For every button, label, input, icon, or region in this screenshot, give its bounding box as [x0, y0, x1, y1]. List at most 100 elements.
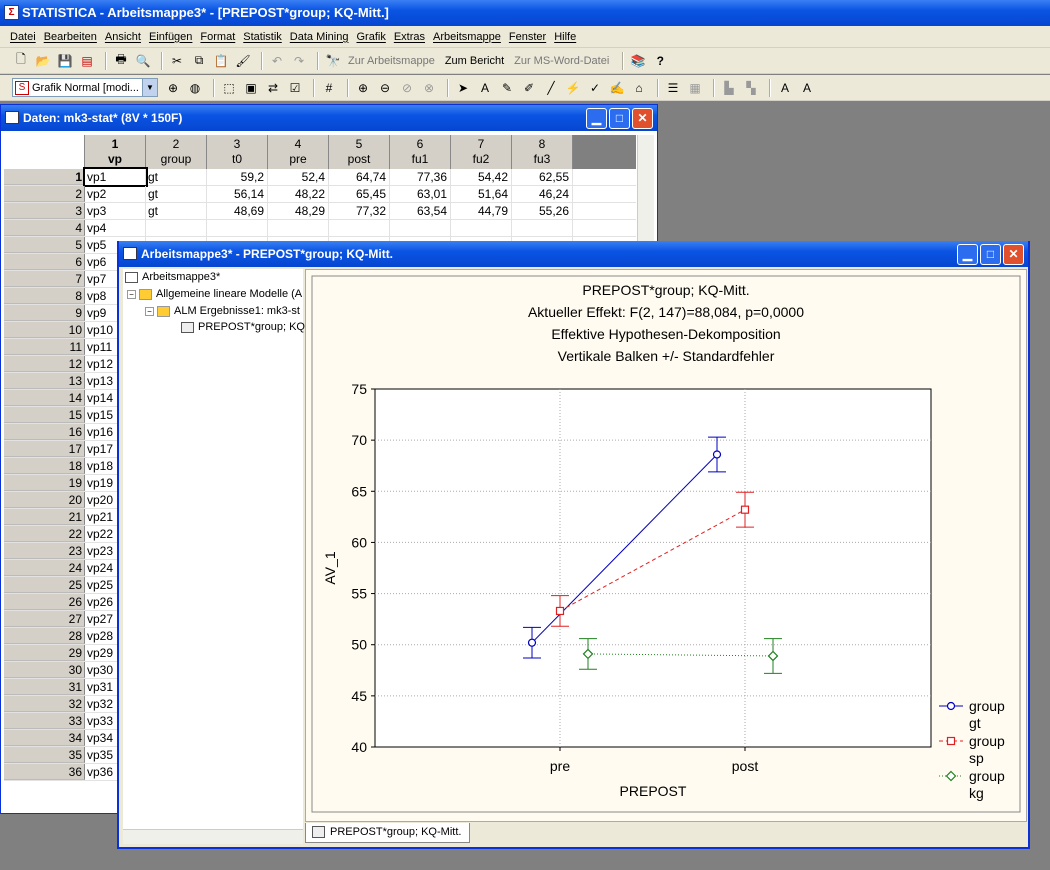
workbook-window[interactable]: Arbeitsmappe3* - PREPOST*group; KQ-Mitt.…	[117, 241, 1030, 849]
zur-word-button[interactable]: Zur MS-Word-Datei	[514, 55, 609, 67]
graph-area[interactable]: PREPOST*group; KQ-Mitt. Aktueller Effekt:…	[305, 269, 1027, 822]
table-cell[interactable]: 63,54	[390, 203, 451, 219]
table-cell[interactable]: 52,4	[268, 169, 329, 185]
table-cell[interactable]: gt	[146, 203, 207, 219]
table-cell[interactable]: vp2	[85, 186, 146, 202]
row-header[interactable]: 2	[4, 186, 85, 202]
row-header[interactable]: 16	[4, 424, 85, 440]
menu-item[interactable]: Einfügen	[149, 31, 192, 43]
table-cell[interactable]	[390, 220, 451, 236]
zoom-custom-icon[interactable]: ⊘	[398, 79, 416, 97]
maximize-button[interactable]: □	[609, 108, 630, 129]
menu-item[interactable]: Fenster	[509, 31, 546, 43]
table-cell[interactable]: gt	[146, 169, 207, 185]
close-button[interactable]: ✕	[632, 108, 653, 129]
brush-tool-icon[interactable]: ⚡	[564, 79, 582, 97]
table-cell[interactable]: 54,42	[451, 169, 512, 185]
collapse-icon[interactable]: −	[127, 289, 136, 299]
table-cell[interactable]: 64,74	[329, 169, 390, 185]
table-cell[interactable]: 56,14	[207, 186, 268, 202]
row-header[interactable]: 27	[4, 611, 85, 627]
table-cell[interactable]	[329, 220, 390, 236]
zur-arbeitsmappe-button[interactable]: Zur Arbeitsmappe	[348, 55, 435, 67]
row-header[interactable]: 31	[4, 679, 85, 695]
table-cell[interactable]	[146, 220, 207, 236]
table-cell[interactable]: vp3	[85, 203, 146, 219]
table-cell[interactable]	[207, 220, 268, 236]
list-icon[interactable]: ☰	[664, 79, 682, 97]
row-header[interactable]: 22	[4, 526, 85, 542]
table-cell[interactable]: 55,26	[512, 203, 573, 219]
grid-icon[interactable]: #	[320, 79, 338, 97]
column-header[interactable]: 3 t0	[207, 135, 268, 169]
table-cell[interactable]	[451, 220, 512, 236]
row-header[interactable]: 10	[4, 322, 85, 338]
table-cell[interactable]: 77,32	[329, 203, 390, 219]
close-button[interactable]: ✕	[1003, 244, 1024, 265]
row-header[interactable]: 17	[4, 441, 85, 457]
row-header[interactable]: 24	[4, 560, 85, 576]
horizontal-scrollbar[interactable]	[123, 829, 303, 844]
menu-item[interactable]: Arbeitsmappe	[433, 31, 501, 43]
print-preview-icon[interactable]: 🔍	[134, 52, 152, 70]
workbook-tree[interactable]: Arbeitsmappe3* − Allgemeine lineare Mode…	[123, 269, 305, 829]
vertical-scrollbar[interactable]	[637, 135, 654, 245]
table-cell[interactable]: 48,29	[268, 203, 329, 219]
table-cell[interactable]: 51,64	[451, 186, 512, 202]
row-header[interactable]: 21	[4, 509, 85, 525]
row-header[interactable]: 29	[4, 645, 85, 661]
row-header[interactable]: 18	[4, 458, 85, 474]
column-header[interactable]: 1 vp	[85, 135, 146, 169]
layer-tool-icon[interactable]: ⌂	[630, 79, 648, 97]
row-header[interactable]: 8	[4, 288, 85, 304]
row-header[interactable]: 30	[4, 662, 85, 678]
column-header[interactable]: 5 post	[329, 135, 390, 169]
row-header[interactable]: 12	[4, 356, 85, 372]
table-cell[interactable]: gt	[146, 186, 207, 202]
menu-item[interactable]: Extras	[394, 31, 425, 43]
tree-item-results[interactable]: − ALM Ergebnisse1: mk3-st	[145, 305, 300, 317]
pointer-icon[interactable]: ➤	[454, 79, 472, 97]
draw-tool-icon[interactable]: ✐	[520, 79, 538, 97]
pdf-icon[interactable]: ▤	[78, 52, 96, 70]
menu-item[interactable]: Hilfe	[554, 31, 576, 43]
menu-item[interactable]: Data Mining	[290, 31, 349, 43]
copy-icon[interactable]: ⧉	[190, 52, 208, 70]
graph-check-icon[interactable]: ☑	[286, 79, 304, 97]
grid-corner[interactable]	[4, 135, 85, 169]
note-tool-icon[interactable]: ✎	[498, 79, 516, 97]
table-cell[interactable]: 46,24	[512, 186, 573, 202]
menu-item[interactable]: Statistik	[243, 31, 282, 43]
find-icon[interactable]: 🔭	[324, 52, 342, 70]
table-cell[interactable]: 77,36	[390, 169, 451, 185]
graph-style-select[interactable]: S Grafik Normal [modi... ▼	[12, 78, 158, 97]
row-header[interactable]: 3	[4, 203, 85, 219]
chevron-down-icon[interactable]: ▼	[142, 79, 157, 96]
grid-view-icon[interactable]: ▦	[686, 79, 704, 97]
row-header[interactable]: 9	[4, 305, 85, 321]
menu-item[interactable]: Datei	[10, 31, 36, 43]
undo-icon[interactable]: ↶	[268, 52, 286, 70]
column-header[interactable]: 6 fu1	[390, 135, 451, 169]
minimize-button[interactable]: ▁	[586, 108, 607, 129]
bring-front-icon[interactable]: ▙	[720, 79, 738, 97]
row-header[interactable]: 20	[4, 492, 85, 508]
save-icon[interactable]: 💾	[56, 52, 74, 70]
column-header[interactable]: 8 fu3	[512, 135, 573, 169]
row-header[interactable]: 33	[4, 713, 85, 729]
table-cell[interactable]: 48,22	[268, 186, 329, 202]
graph-select-icon[interactable]: ⬚	[220, 79, 238, 97]
table-cell[interactable]: 62,55	[512, 169, 573, 185]
workbook-window-title-bar[interactable]: Arbeitsmappe3* - PREPOST*group; KQ-Mitt.…	[119, 241, 1028, 267]
line-tool-icon[interactable]: ╱	[542, 79, 560, 97]
print-icon[interactable]: 🖶	[112, 52, 130, 70]
table-cell[interactable]	[268, 220, 329, 236]
column-header[interactable]: 7 fu2	[451, 135, 512, 169]
row-header[interactable]: 35	[4, 747, 85, 763]
table-cell[interactable]	[512, 220, 573, 236]
row-header[interactable]: 4	[4, 220, 85, 236]
tree-item-alm[interactable]: − Allgemeine lineare Modelle (A	[127, 288, 302, 300]
new-document-icon[interactable]: 🗋	[12, 52, 30, 70]
tree-item-graph[interactable]: PREPOST*group; KQ	[181, 321, 305, 333]
row-header[interactable]: 15	[4, 407, 85, 423]
